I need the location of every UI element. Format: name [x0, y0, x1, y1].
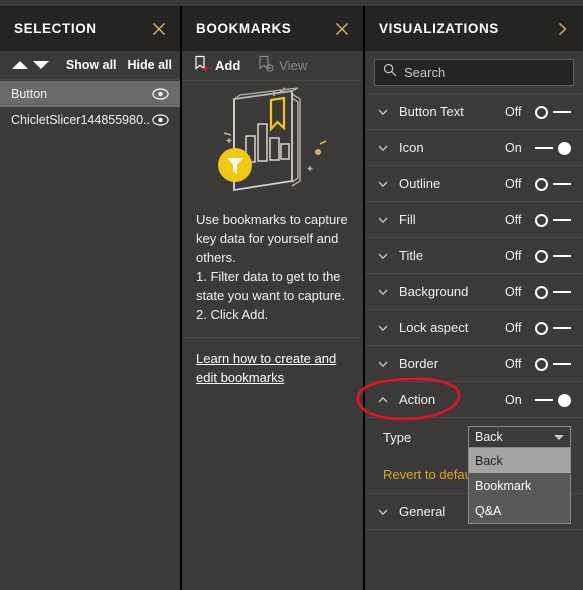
property-label: Fill: [399, 212, 416, 227]
hide-all-button[interactable]: Hide all: [128, 58, 172, 72]
revert-to-default-link[interactable]: Revert to default: [383, 467, 478, 482]
property-state: Off: [505, 176, 522, 191]
property-row-border[interactable]: Border Off: [365, 346, 583, 382]
dropdown-option-qanda[interactable]: Q&A: [469, 498, 570, 523]
property-row-lock-aspect[interactable]: Lock aspect Off: [365, 310, 583, 346]
bookmarks-pane: BOOKMARKS Add View Use bookmarks to capt…: [182, 6, 363, 590]
chevron-down-icon[interactable]: [375, 286, 391, 298]
chevron-down-icon[interactable]: [375, 506, 391, 518]
list-item-label: Button: [11, 87, 48, 101]
property-toggle[interactable]: [535, 320, 571, 336]
view-bookmark-label: View: [279, 58, 308, 73]
search-icon: [383, 63, 397, 82]
property-toggle[interactable]: [535, 140, 571, 156]
close-icon[interactable]: [148, 18, 170, 40]
search-placeholder: Search: [404, 65, 446, 80]
list-item[interactable]: ChicletSlicer144855980...: [0, 107, 180, 133]
search-input[interactable]: Search: [374, 59, 574, 86]
selection-pane: SELECTION Show all Hide all Button Chicl…: [0, 6, 180, 590]
dropdown-option-back[interactable]: Back: [469, 448, 570, 473]
bookmark-add-icon: [194, 55, 210, 77]
dropdown-toggle[interactable]: Back: [468, 426, 571, 448]
bookmark-view-icon: [258, 55, 274, 77]
chevron-down-icon[interactable]: [375, 214, 391, 226]
arrow-down-icon[interactable]: [30, 54, 51, 76]
visualizations-pane: VISUALIZATIONS Search Button Text Off Ic…: [365, 6, 583, 590]
dropdown-option-bookmark[interactable]: Bookmark: [469, 473, 570, 498]
action-type-dropdown: Back Back Bookmark Q&A: [468, 426, 571, 524]
chevron-down-icon[interactable]: [375, 142, 391, 154]
property-state: On: [505, 140, 522, 155]
eye-icon[interactable]: [151, 86, 169, 102]
bookmarks-empty-state: Use bookmarks to capture key data for yo…: [182, 81, 363, 590]
learn-bookmarks-link[interactable]: Learn how to create and edit bookmarks: [182, 338, 363, 387]
selection-layer-list: Button ChicletSlicer144855980...: [0, 80, 180, 590]
property-label: Action: [399, 392, 436, 407]
chevron-down-icon: [554, 434, 564, 440]
property-toggle[interactable]: [535, 248, 571, 264]
bookmarks-empty-state-text: Use bookmarks to capture key data for yo…: [196, 212, 348, 322]
view-bookmark-button[interactable]: View: [258, 55, 307, 77]
property-label: Title: [399, 248, 424, 263]
property-toggle[interactable]: [535, 176, 571, 192]
chevron-down-icon[interactable]: [375, 106, 391, 118]
eye-icon[interactable]: [151, 112, 169, 128]
property-label: Background: [399, 284, 469, 299]
bookmarks-empty-state-illustration: [182, 81, 363, 206]
format-properties-list: Button Text Off Icon On Outline Off Fill…: [365, 94, 583, 590]
add-bookmark-label: Add: [215, 58, 241, 73]
property-state: Off: [505, 356, 522, 371]
visualizations-pane-header: VISUALIZATIONS: [365, 6, 583, 51]
dropdown-option-list: Back Bookmark Q&A: [468, 448, 571, 524]
action-section-body: Type Revert to default General Back Back…: [365, 418, 583, 530]
property-label: Button Text: [399, 104, 464, 119]
bookmarks-pane-header: BOOKMARKS: [182, 6, 363, 51]
property-row-icon[interactable]: Icon On: [365, 130, 583, 166]
close-icon[interactable]: [331, 18, 353, 40]
property-toggle[interactable]: [535, 356, 571, 372]
selection-toolbar: Show all Hide all: [0, 51, 180, 80]
property-state: Off: [505, 104, 522, 119]
chevron-up-icon[interactable]: [375, 394, 391, 406]
property-label: Lock aspect: [399, 320, 469, 335]
chevron-down-icon[interactable]: [375, 250, 391, 262]
property-row-fill[interactable]: Fill Off: [365, 202, 583, 238]
property-label: Border: [399, 356, 439, 371]
list-item[interactable]: Button: [0, 81, 180, 107]
show-all-button[interactable]: Show all: [66, 58, 117, 72]
property-toggle[interactable]: [535, 212, 571, 228]
property-label: Outline: [399, 176, 441, 191]
chevron-down-icon[interactable]: [375, 322, 391, 334]
bookmarks-toolbar: Add View: [182, 51, 363, 81]
property-toggle[interactable]: [535, 392, 571, 408]
visualizations-pane-title: VISUALIZATIONS: [379, 21, 499, 36]
chevron-down-icon[interactable]: [375, 178, 391, 190]
property-state: On: [505, 392, 522, 407]
add-bookmark-button[interactable]: Add: [194, 55, 240, 77]
property-row-button-text[interactable]: Button Text Off: [365, 94, 583, 130]
chevron-down-icon[interactable]: [375, 358, 391, 370]
property-toggle[interactable]: [535, 104, 571, 120]
property-row-title[interactable]: Title Off: [365, 238, 583, 274]
arrow-up-icon[interactable]: [9, 54, 30, 76]
property-row-outline[interactable]: Outline Off: [365, 166, 583, 202]
property-row-action[interactable]: Action On: [365, 382, 583, 418]
list-item-label: ChicletSlicer144855980...: [11, 113, 151, 127]
search-container: Search: [365, 51, 583, 94]
property-toggle[interactable]: [535, 284, 571, 300]
selection-pane-header: SELECTION: [0, 6, 180, 51]
chevron-right-icon[interactable]: [551, 18, 573, 40]
property-state: Off: [505, 320, 522, 335]
property-state: Off: [505, 284, 522, 299]
power-bi-panes-container: SELECTION Show all Hide all Button Chicl…: [0, 0, 583, 590]
panes-row: SELECTION Show all Hide all Button Chicl…: [0, 6, 583, 590]
property-label: Icon: [399, 140, 424, 155]
bookmarks-pane-title: BOOKMARKS: [196, 21, 292, 36]
property-state: Off: [505, 212, 522, 227]
selection-pane-title: SELECTION: [14, 21, 97, 36]
property-state: Off: [505, 248, 522, 263]
property-row-background[interactable]: Background Off: [365, 274, 583, 310]
dropdown-selected-value: Back: [475, 430, 503, 444]
